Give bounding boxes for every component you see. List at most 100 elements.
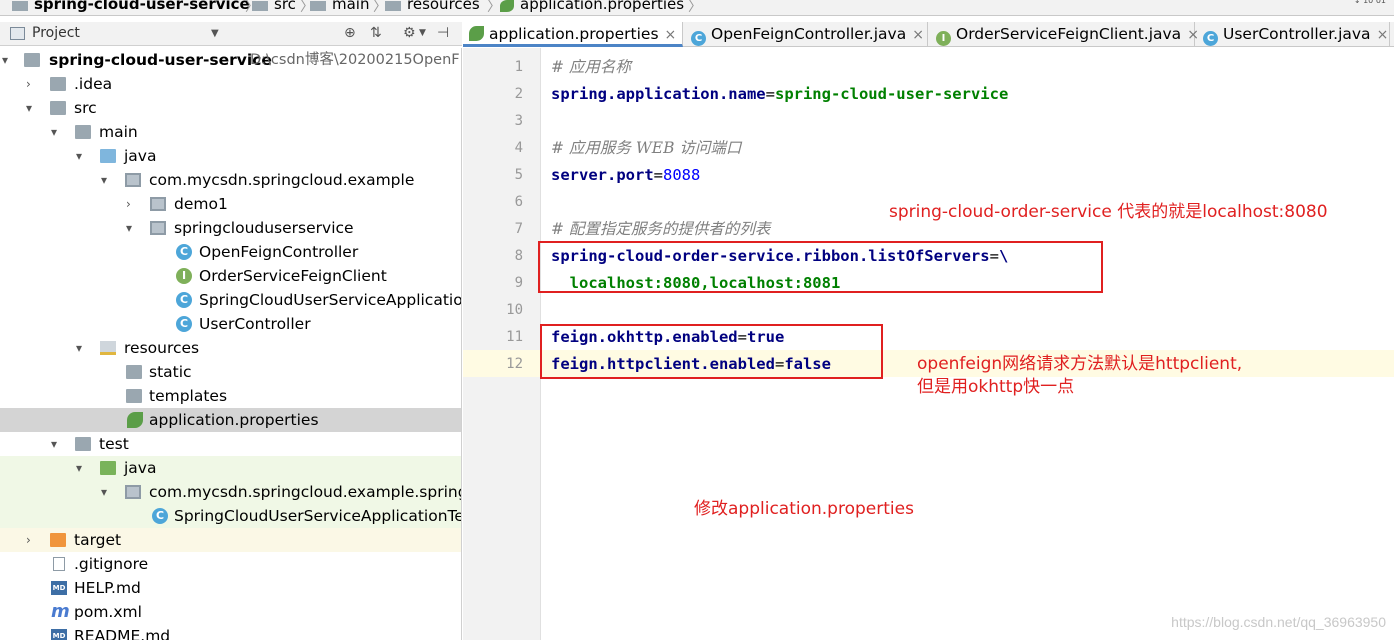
tree-item-test-java[interactable]: ▾ java	[0, 456, 461, 480]
chevron-down-icon[interactable]: ▾	[126, 216, 138, 240]
tab-orderservicefeignclient[interactable]: I OrderServiceFeignClient.java ×	[930, 22, 1199, 47]
package-icon	[150, 221, 166, 235]
chevron-down-icon[interactable]: ▾	[51, 432, 63, 456]
chevron-right-icon[interactable]: ›	[126, 192, 138, 216]
interface-icon: I	[176, 268, 192, 284]
tree-item-resources[interactable]: ▾ resources	[0, 336, 461, 360]
close-icon[interactable]: ×	[912, 27, 924, 43]
properties-file-icon	[500, 0, 514, 12]
project-panel-title[interactable]: Project	[32, 25, 80, 41]
code-line: spring.application.name=spring-cloud-use…	[551, 81, 1008, 108]
markdown-file-icon: MD	[51, 629, 67, 640]
tree-item-label: README.md	[74, 627, 171, 640]
tab-label: OpenFeignController.java	[711, 25, 907, 43]
breadcrumb-src[interactable]: src	[252, 0, 296, 13]
line-number: 5	[514, 167, 523, 183]
hide-panel-icon[interactable]: ⊣	[437, 25, 449, 41]
chevron-down-icon[interactable]: ▾	[101, 168, 113, 192]
tree-item-application-properties[interactable]: application.properties	[0, 408, 461, 432]
tree-item-label: SpringCloudUserServiceApplicationTest	[174, 507, 462, 525]
line-number: 12	[506, 356, 523, 372]
breadcrumb-item-label: src	[274, 0, 296, 13]
tree-item-application-test[interactable]: C SpringCloudUserServiceApplicationTest	[0, 504, 462, 528]
line-number: 3	[514, 113, 523, 129]
folder-icon	[126, 365, 142, 379]
chevron-down-icon[interactable]: ▾	[76, 456, 88, 480]
tree-item-label: OrderServiceFeignClient	[199, 267, 387, 285]
project-panel-header: Project ▼ ⊕ ⇅ ⚙ ▼ ⊣	[0, 22, 462, 46]
tree-item-src[interactable]: ▾ src	[0, 96, 461, 120]
breadcrumb-project[interactable]: spring-cloud-user-service	[12, 0, 250, 13]
property-value: 8088	[663, 166, 701, 184]
tree-item-idea[interactable]: › .idea	[0, 72, 461, 96]
folder-icon	[252, 1, 268, 11]
tree-item-pom-xml[interactable]: m pom.xml	[0, 600, 461, 624]
chevron-down-icon[interactable]: ▾	[101, 480, 113, 504]
locate-icon[interactable]: ⊕	[344, 25, 356, 41]
breadcrumb-resources[interactable]: resources	[385, 0, 480, 13]
chevron-down-icon[interactable]: ▾	[51, 120, 63, 144]
tab-application-properties[interactable]: application.properties ×	[463, 22, 683, 47]
chevron-down-icon[interactable]: ▾	[26, 96, 38, 120]
line-number: 6	[514, 194, 523, 210]
tree-item-main[interactable]: ▾ main	[0, 120, 461, 144]
breadcrumb-main[interactable]: main	[310, 0, 369, 13]
tree-item-label: com.mycsdn.springcloud.example	[149, 171, 415, 189]
annotation-box-feign	[540, 324, 883, 379]
interface-icon: I	[936, 31, 951, 46]
text-file-icon	[53, 557, 65, 571]
watermark: https://blog.csdn.net/qq_36963950	[1171, 614, 1386, 630]
close-icon[interactable]: ×	[1377, 27, 1389, 43]
tree-item-usercontroller[interactable]: C UserController	[0, 312, 461, 336]
tree-item-demo1[interactable]: › demo1	[0, 192, 461, 216]
folder-icon	[50, 77, 66, 91]
tree-item-orderservicefeignclient[interactable]: I OrderServiceFeignClient	[0, 264, 461, 288]
breadcrumb-project-label: spring-cloud-user-service	[34, 0, 250, 13]
close-icon[interactable]: ×	[665, 27, 677, 43]
tree-item-gitignore[interactable]: .gitignore	[0, 552, 461, 576]
tree-item-package[interactable]: ▾ com.mycsdn.springcloud.example	[0, 168, 461, 192]
class-icon: C	[176, 316, 192, 332]
line-number: 10	[506, 302, 523, 318]
folder-icon	[50, 101, 66, 115]
project-view-icon	[10, 27, 25, 40]
tree-item-test[interactable]: ▾ test	[0, 432, 461, 456]
gear-icon[interactable]: ⚙	[403, 25, 416, 41]
chevron-down-icon[interactable]: ▾	[76, 336, 88, 360]
tree-item-label: resources	[124, 339, 200, 357]
spring-boot-class-icon: C	[176, 292, 192, 308]
tree-item-label: .gitignore	[74, 555, 149, 573]
chevron-down-icon[interactable]: ▾	[76, 144, 88, 168]
tree-item-openfeigncontroller[interactable]: C OpenFeignController	[0, 240, 461, 264]
tree-item-java[interactable]: ▾ java	[0, 144, 461, 168]
tree-item-readme-md[interactable]: MD README.md	[0, 624, 461, 640]
chevron-right-icon[interactable]: ›	[26, 528, 38, 552]
chevron-down-icon[interactable]: ▼	[211, 28, 219, 39]
tab-openfeigncontroller[interactable]: C OpenFeignController.java ×	[685, 22, 928, 47]
chevron-down-icon[interactable]: ▾	[2, 48, 14, 72]
project-folder-icon	[12, 1, 28, 11]
tree-item-help-md[interactable]: MD HELP.md	[0, 576, 461, 600]
tree-item-label: target	[74, 531, 122, 549]
breadcrumb-item-label: resources	[407, 0, 480, 13]
code-line: server.port=8088	[551, 162, 700, 189]
tree-item-application-class[interactable]: C SpringCloudUserServiceApplication	[0, 288, 461, 312]
line-number: 9	[514, 275, 523, 291]
class-icon: C	[691, 31, 706, 46]
collapse-all-icon[interactable]: ⇅	[370, 25, 382, 41]
tree-item-project-root[interactable]: ▾ spring-cloud-user-service D:\csdn博客\20…	[0, 48, 461, 72]
tree-item-static[interactable]: static	[0, 360, 461, 384]
tree-item-target[interactable]: › target	[0, 528, 461, 552]
source-folder-icon	[100, 149, 116, 163]
tree-item-label: src	[74, 99, 97, 117]
chevron-down-icon[interactable]: ▼	[419, 28, 426, 38]
chevron-right-icon[interactable]: ›	[26, 72, 38, 96]
tab-label: OrderServiceFeignClient.java	[956, 25, 1182, 43]
tab-usercontroller[interactable]: C UserController.java ×	[1197, 22, 1390, 47]
tree-item-templates[interactable]: templates	[0, 384, 461, 408]
tree-item-test-package[interactable]: ▾ com.mycsdn.springcloud.example.springc…	[0, 480, 461, 504]
sort-icon[interactable]: ↕ 10 01	[1354, 0, 1386, 5]
tree-item-springclouduserservice[interactable]: ▾ springclouduserservice	[0, 216, 461, 240]
breadcrumb-file[interactable]: application.properties	[500, 0, 684, 13]
property-key: server.port	[551, 166, 654, 184]
